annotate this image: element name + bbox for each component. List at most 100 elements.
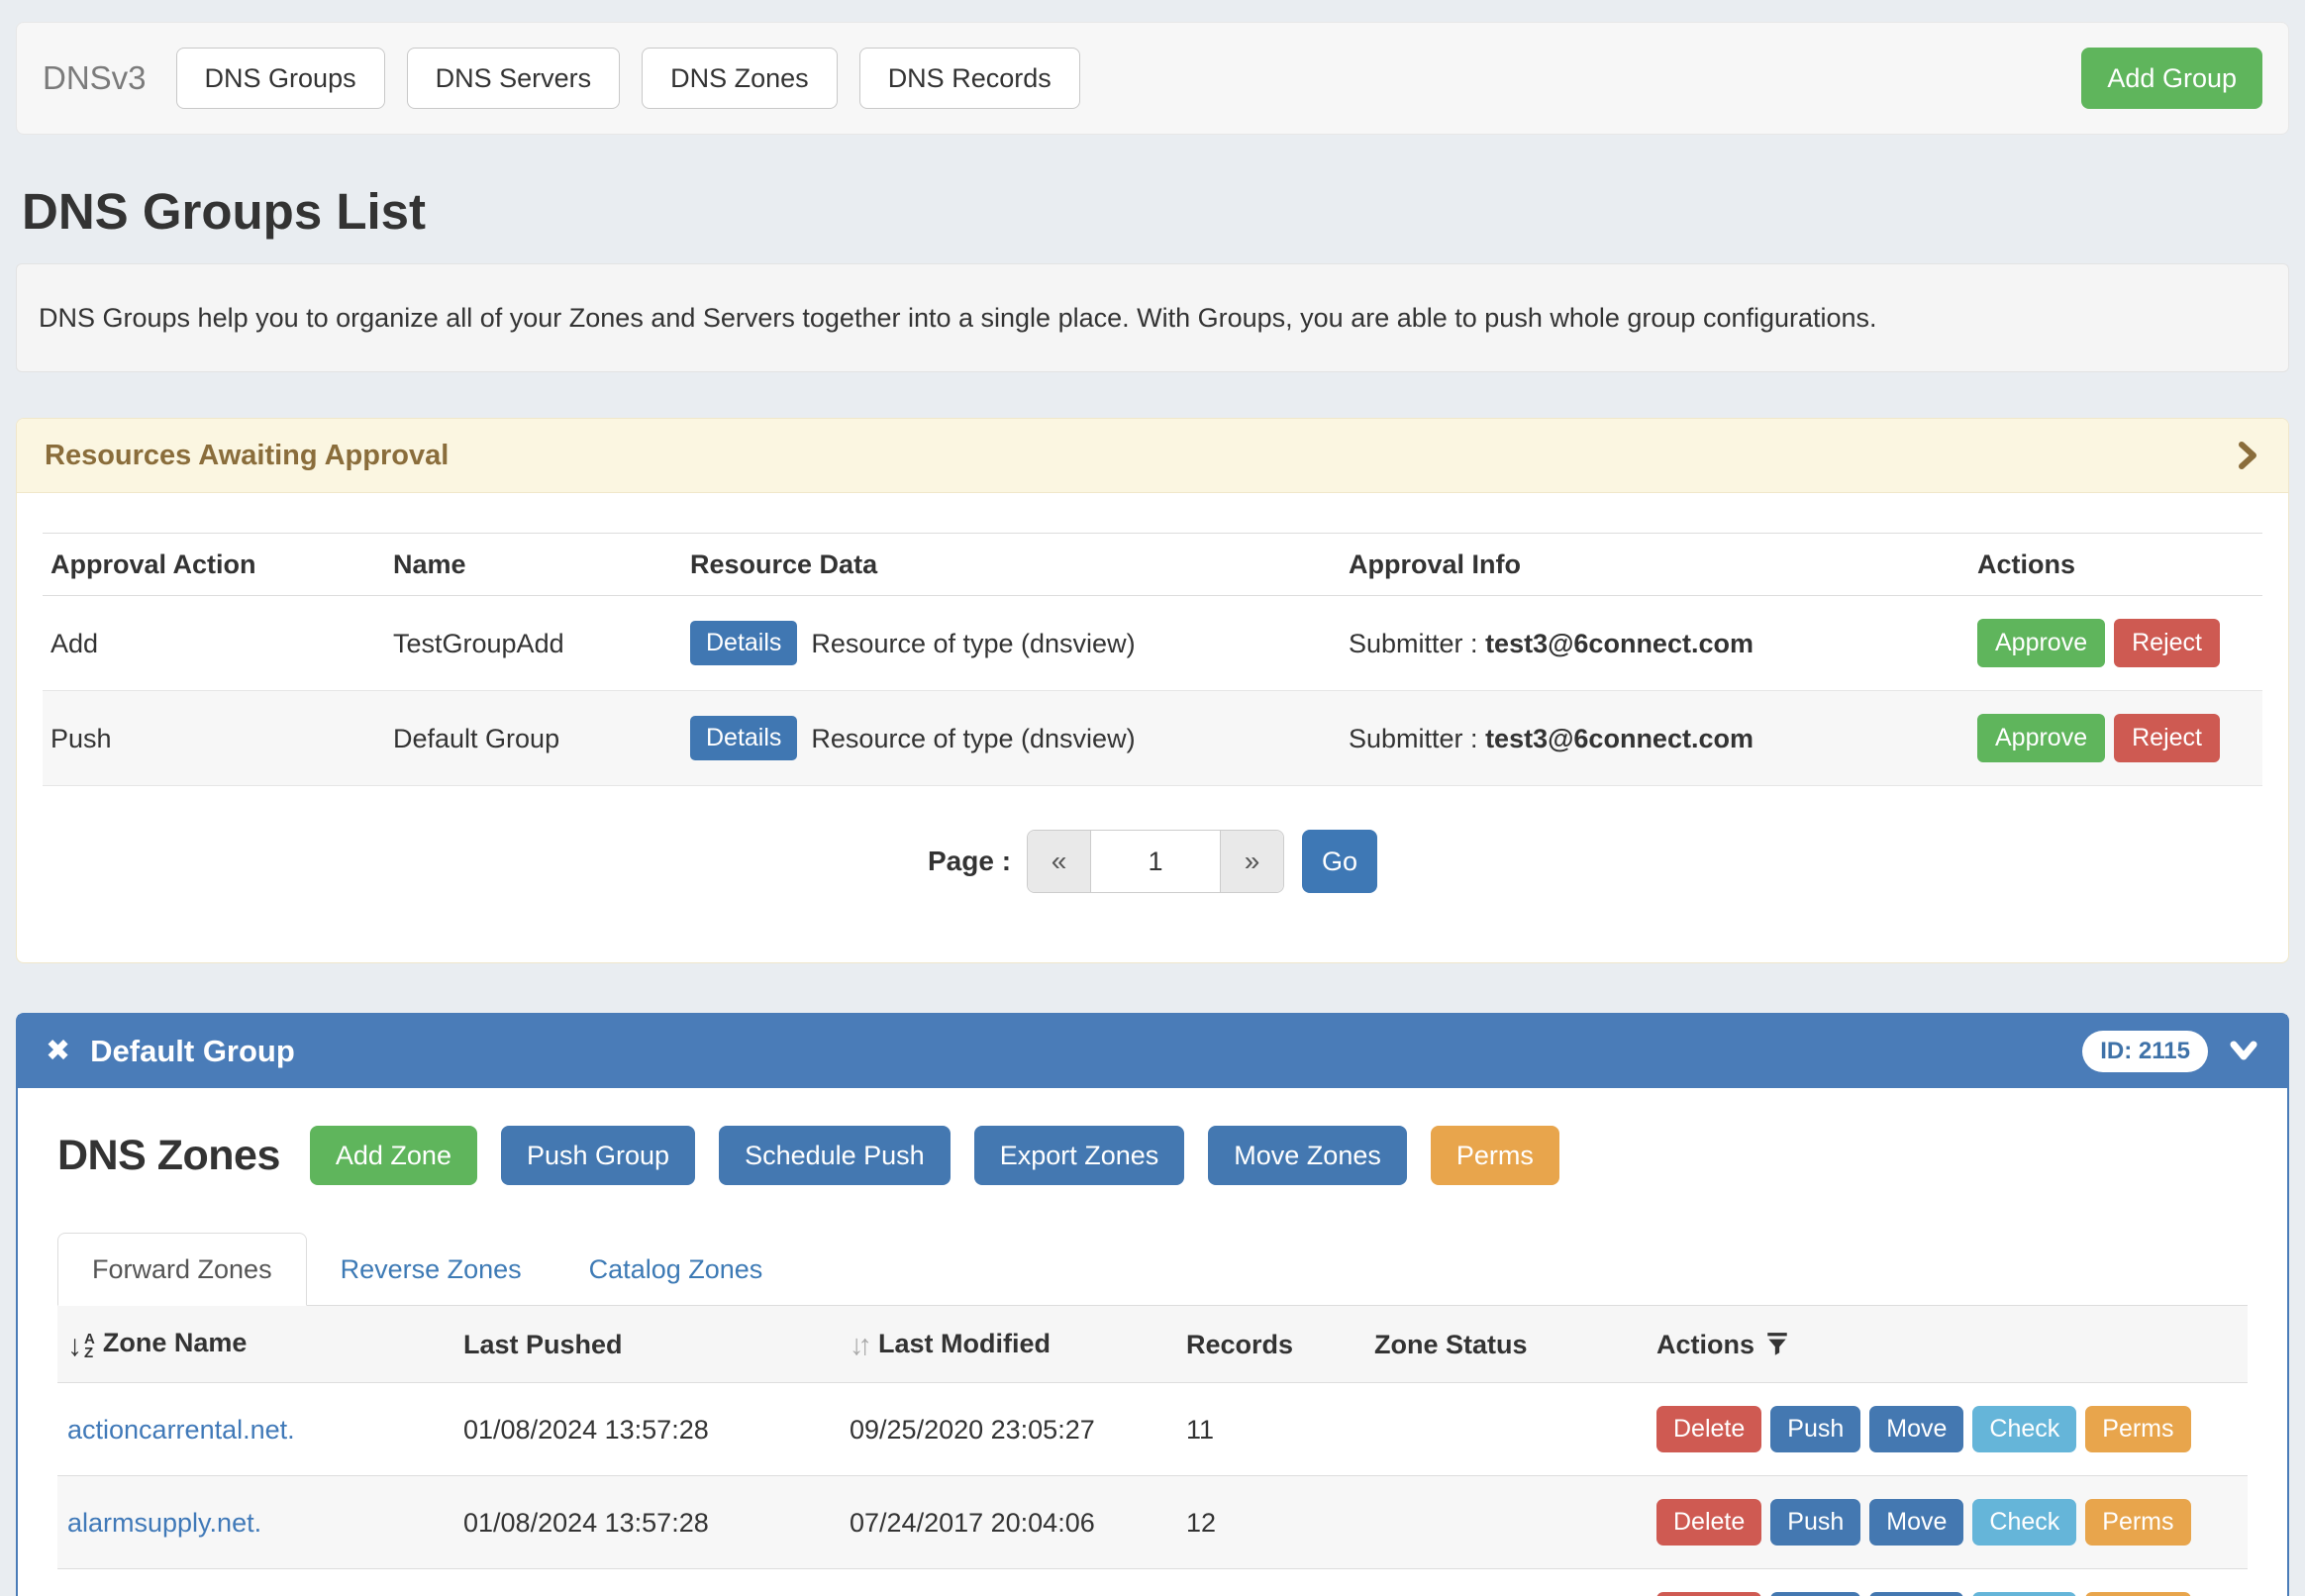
zones-tabs: Forward Zones Reverse Zones Catalog Zone…	[57, 1233, 2248, 1306]
go-button[interactable]: Go	[1302, 830, 1377, 893]
move-zone-button[interactable]: Move	[1869, 1592, 1963, 1596]
approval-name-cell: TestGroupAdd	[385, 596, 682, 691]
last-pushed-cell: 01/08/2024 13:57:28	[453, 1476, 840, 1569]
resource-data-cell: Details Resource of type (dnsview)	[682, 596, 1341, 691]
approve-button[interactable]: Approve	[1977, 619, 2105, 667]
col-zone-actions: Actions	[1647, 1306, 2248, 1383]
page: DNSv3 DNS Groups DNS Servers DNS Zones D…	[0, 0, 2305, 1596]
approval-panel-body: Approval Action Name Resource Data Appro…	[17, 493, 2288, 962]
approve-button[interactable]: Approve	[1977, 714, 2105, 762]
add-zone-button[interactable]: Add Zone	[310, 1126, 477, 1185]
prev-page-button[interactable]: «	[1028, 831, 1091, 892]
chevron-right-icon[interactable]	[2235, 441, 2260, 470]
sort-alpha-icon[interactable]: ↓AZ	[67, 1332, 95, 1361]
zone-name-link[interactable]: alarmsupply.net.	[67, 1508, 261, 1538]
approval-info-cell: Submitter : test3@6connect.com	[1341, 596, 1969, 691]
tab-reverse-zones[interactable]: Reverse Zones	[307, 1234, 555, 1305]
reject-button[interactable]: Reject	[2114, 714, 2220, 762]
push-zone-button[interactable]: Push	[1770, 1499, 1860, 1546]
perms-zone-button[interactable]: Perms	[2085, 1406, 2190, 1452]
push-zone-button[interactable]: Push	[1770, 1406, 1860, 1452]
approval-panel: Resources Awaiting Approval Approval Act…	[16, 418, 2289, 963]
zones-section-title: DNS Zones	[57, 1132, 280, 1180]
zone-actions-cell: DeletePushMoveCheckPerms	[1647, 1383, 2248, 1476]
col-resource-data: Resource Data	[682, 534, 1341, 596]
check-zone-button[interactable]: Check	[1972, 1592, 2076, 1596]
col-name: Name	[385, 534, 682, 596]
chevron-down-icon[interactable]	[2228, 1040, 2259, 1063]
col-last-pushed: Last Pushed	[453, 1306, 840, 1383]
reject-button[interactable]: Reject	[2114, 619, 2220, 667]
resource-description: Resource of type (dnsview)	[811, 628, 1135, 659]
col-records: Records	[1176, 1306, 1364, 1383]
last-pushed-cell: 01/08/2024 13:57:28	[453, 1383, 840, 1476]
last-pushed-cell: 01/08/2024 13:57:35	[453, 1569, 840, 1596]
group-panel-title: Default Group	[90, 1034, 295, 1069]
move-zone-button[interactable]: Move	[1869, 1499, 1963, 1546]
add-group-button[interactable]: Add Group	[2081, 48, 2262, 109]
page-number-input[interactable]	[1091, 831, 1220, 892]
app-brand: DNSv3	[43, 59, 147, 97]
page-label: Page :	[928, 846, 1011, 877]
zones-table: ↓AZZone Name Last Pushed ↓↑Last Modified…	[57, 1306, 2248, 1596]
group-id-badge: ID: 2115	[2082, 1031, 2208, 1072]
col-approval-action: Approval Action	[43, 534, 385, 596]
col-zone-status: Zone Status	[1364, 1306, 1647, 1383]
delete-zone-button[interactable]: Delete	[1656, 1406, 1761, 1452]
sort-both-icon[interactable]: ↓↑	[850, 1330, 866, 1361]
zone-name-link[interactable]: actioncarrental.net.	[67, 1415, 295, 1445]
perms-zone-button[interactable]: Perms	[2085, 1499, 2190, 1546]
zones-header: DNS Zones Add Zone Push Group Schedule P…	[57, 1126, 2248, 1185]
zone-actions-cell: DeletePushMoveCheckPerms	[1647, 1476, 2248, 1569]
check-zone-button[interactable]: Check	[1972, 1499, 2076, 1546]
last-modified-cell: 01/03/2024 19:10:17	[840, 1569, 1176, 1596]
approval-action-cell: Push	[43, 691, 385, 786]
page-description: DNS Groups help you to organize all of y…	[16, 263, 2289, 372]
details-button[interactable]: Details	[690, 716, 797, 760]
move-zones-button[interactable]: Move Zones	[1208, 1126, 1407, 1185]
delete-zone-button[interactable]: Delete	[1656, 1592, 1761, 1596]
check-zone-button[interactable]: Check	[1972, 1406, 2076, 1452]
next-page-button[interactable]: »	[1220, 831, 1283, 892]
delete-zone-button[interactable]: Delete	[1656, 1499, 1761, 1546]
submitter-label: Submitter :	[1349, 629, 1478, 658]
zone-status-cell	[1364, 1476, 1647, 1569]
group-panel-header: ✖ Default Group ID: 2115	[18, 1015, 2287, 1088]
zone-row: alarmsupply.net. 01/08/2024 13:57:28 07/…	[57, 1476, 2248, 1569]
move-zone-button[interactable]: Move	[1869, 1406, 1963, 1452]
col-approval-info: Approval Info	[1341, 534, 1969, 596]
page-title: DNS Groups List	[22, 184, 2283, 240]
nav-dns-servers-button[interactable]: DNS Servers	[407, 48, 621, 109]
zone-actions-cell: Delete Push Move Check Perms	[1647, 1569, 2248, 1596]
submitter-email: test3@6connect.com	[1485, 629, 1754, 658]
zone-status-cell	[1364, 1569, 1647, 1596]
submitter-email: test3@6connect.com	[1485, 724, 1754, 753]
tab-forward-zones[interactable]: Forward Zones	[57, 1233, 307, 1306]
tab-catalog-zones[interactable]: Catalog Zones	[555, 1234, 797, 1305]
nav-dns-groups-button[interactable]: DNS Groups	[176, 48, 385, 109]
push-zone-button[interactable]: Push	[1770, 1592, 1860, 1596]
details-button[interactable]: Details	[690, 621, 797, 665]
nav-dns-records-button[interactable]: DNS Records	[859, 48, 1080, 109]
submitter-label: Submitter :	[1349, 724, 1478, 753]
resource-data-cell: Details Resource of type (dnsview)	[682, 691, 1341, 786]
records-cell: 11	[1176, 1383, 1364, 1476]
perms-zone-button[interactable]: Perms	[2085, 1592, 2190, 1596]
approval-actions-cell: ApproveReject	[1969, 691, 2262, 786]
pagination: Page : « » Go	[43, 830, 2262, 893]
push-group-button[interactable]: Push Group	[501, 1126, 695, 1185]
approval-panel-header: Resources Awaiting Approval	[17, 419, 2288, 493]
perms-button[interactable]: Perms	[1431, 1126, 1559, 1185]
close-icon[interactable]: ✖	[46, 1037, 70, 1066]
nav-dns-zones-button[interactable]: DNS Zones	[642, 48, 838, 109]
schedule-push-button[interactable]: Schedule Push	[719, 1126, 951, 1185]
filter-icon[interactable]	[1764, 1331, 1790, 1356]
group-panel-body: DNS Zones Add Zone Push Group Schedule P…	[18, 1088, 2287, 1596]
approval-info-cell: Submitter : test3@6connect.com	[1341, 691, 1969, 786]
approval-panel-title: Resources Awaiting Approval	[45, 439, 449, 472]
export-zones-button[interactable]: Export Zones	[974, 1126, 1185, 1185]
approval-name-cell: Default Group	[385, 691, 682, 786]
zone-row: allvalleyas.com. 01/08/2024 13:57:35 01/…	[57, 1569, 2248, 1596]
zones-table-header-row: ↓AZZone Name Last Pushed ↓↑Last Modified…	[57, 1306, 2248, 1383]
col-last-modified: ↓↑Last Modified	[840, 1306, 1176, 1383]
